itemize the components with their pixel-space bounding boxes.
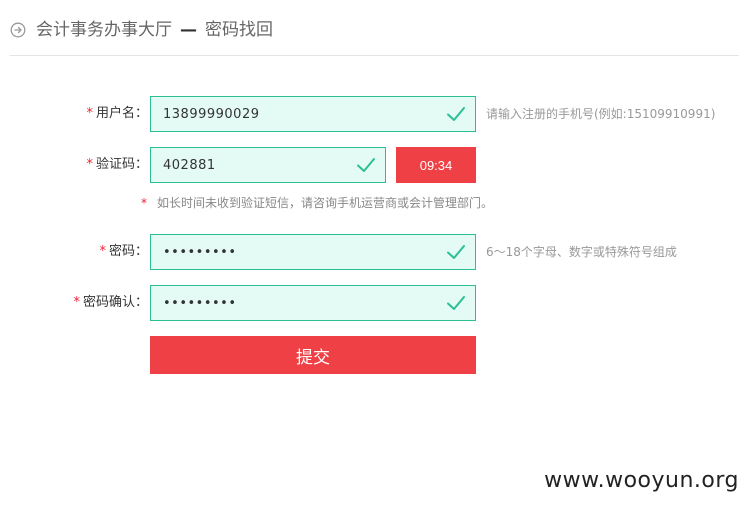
code-row: *验证码： 09:34 bbox=[0, 147, 749, 183]
password-label: * 密码： bbox=[99, 234, 148, 270]
required-mark: * bbox=[73, 295, 80, 310]
title-separator: — bbox=[180, 20, 197, 40]
page-header: 会计事务办事大厅 — 密码找回 bbox=[10, 14, 739, 56]
password-label-text: 密码： bbox=[108, 244, 148, 259]
required-mark: * bbox=[141, 196, 147, 210]
sms-notice-text: 如长时间未收到验证短信，请咨询手机运营商或会计管理部门。 bbox=[157, 196, 494, 210]
check-icon bbox=[447, 245, 465, 259]
page-title: 会计事务办事大厅 bbox=[36, 20, 172, 40]
check-icon bbox=[447, 107, 465, 121]
username-field[interactable] bbox=[150, 96, 476, 132]
submit-button[interactable]: 提交 bbox=[150, 336, 476, 374]
check-icon bbox=[357, 158, 375, 172]
username-label-text: 用户名： bbox=[95, 106, 148, 121]
username-hint: 请输入注册的手机号(例如:15109910991) bbox=[486, 107, 716, 121]
confirm-password-field[interactable] bbox=[150, 285, 476, 321]
code-field[interactable] bbox=[150, 147, 386, 183]
password-hint: 6～18个字母、数字或特殊符号组成 bbox=[486, 245, 677, 259]
password-input[interactable] bbox=[151, 235, 445, 269]
code-label-text: 验证码： bbox=[95, 157, 148, 172]
code-label: * 验证码： bbox=[86, 147, 148, 183]
circle-arrow-right-icon[interactable] bbox=[10, 22, 26, 38]
confirm-label: * 密码确认： bbox=[73, 285, 148, 321]
code-input[interactable] bbox=[151, 148, 355, 182]
required-mark: * bbox=[86, 106, 93, 121]
page-subtitle: 密码找回 bbox=[205, 20, 273, 40]
username-label: * 用户名： bbox=[86, 96, 148, 132]
password-recovery-page: 会计事务办事大厅 — 密码找回 *用户名： 请输入注册的手机号(例如:15109… bbox=[0, 0, 749, 513]
sms-notice: * 如长时间未收到验证短信，请咨询手机运营商或会计管理部门。 bbox=[141, 194, 493, 211]
username-row: *用户名： 请输入注册的手机号(例如:15109910991) bbox=[0, 96, 749, 132]
password-row: *密码： 6～18个字母、数字或特殊符号组成 bbox=[0, 234, 749, 270]
watermark-text: www.wooyun.org bbox=[544, 468, 739, 493]
confirm-label-text: 密码确认： bbox=[82, 295, 148, 310]
username-input[interactable] bbox=[151, 97, 445, 131]
resend-timer-button[interactable]: 09:34 bbox=[396, 147, 476, 183]
required-mark: * bbox=[86, 157, 93, 172]
required-mark: * bbox=[99, 244, 106, 259]
confirm-row: * 密码确认： bbox=[0, 285, 749, 321]
check-icon bbox=[447, 296, 465, 310]
password-field[interactable] bbox=[150, 234, 476, 270]
confirm-password-input[interactable] bbox=[151, 286, 445, 320]
